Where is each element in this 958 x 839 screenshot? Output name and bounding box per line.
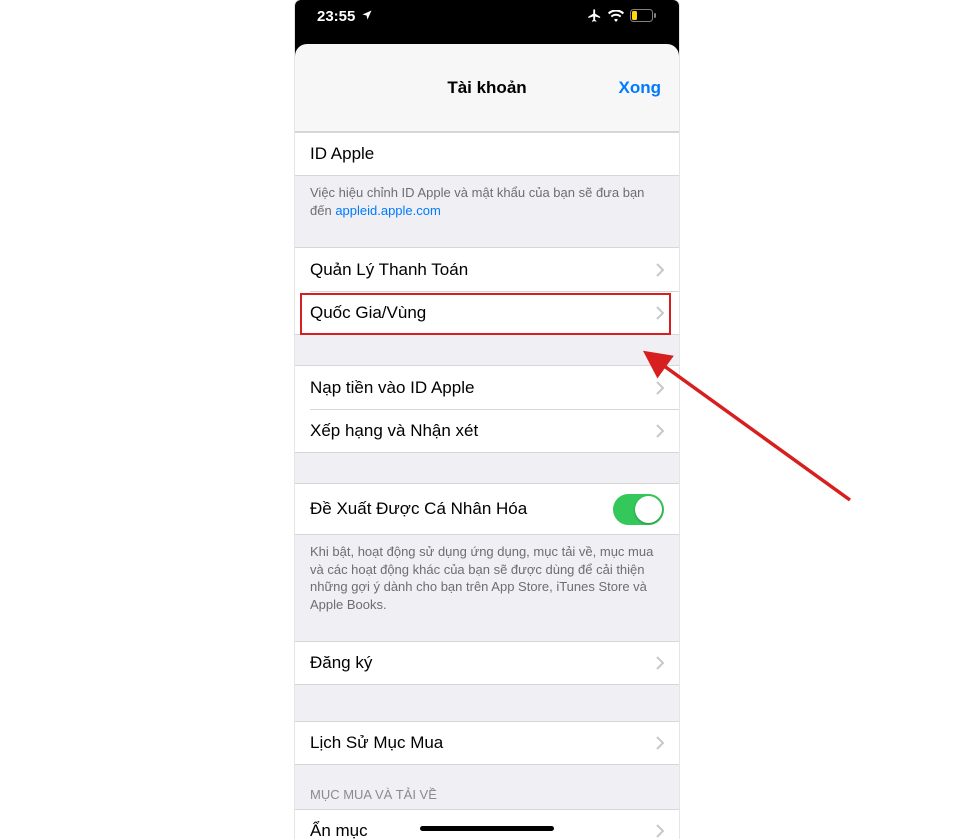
row-ratings[interactable]: Xếp hạng và Nhận xét [295,409,679,453]
status-right [587,8,657,23]
airplane-icon [587,8,602,23]
phone-frame: 23:55 Tài khoản Xong ID Apple Việc [295,0,679,839]
battery-icon [630,9,657,22]
row-subscriptions[interactable]: Đăng ký [295,641,679,685]
personalized-footer: Khi bật, hoạt động sử dụng ứng dụng, mục… [295,535,679,627]
row-personalized: Đề Xuất Được Cá Nhân Hóa [295,483,679,535]
row-add-funds[interactable]: Nạp tiền vào ID Apple [295,365,679,409]
chevron-right-icon [656,263,664,277]
status-left: 23:55 [317,8,373,25]
row-apple-id[interactable]: ID Apple [295,132,679,176]
row-purchase-history[interactable]: Lịch Sử Mục Mua [295,721,679,765]
chevron-right-icon [656,736,664,750]
personalized-toggle[interactable] [613,494,664,525]
row-label: Lịch Sử Mục Mua [310,733,656,753]
location-icon [361,8,373,25]
wifi-icon [608,10,624,22]
apple-id-link[interactable]: appleid.apple.com [335,203,441,218]
nav-bar: Tài khoản Xong [295,44,679,132]
row-label: Quản Lý Thanh Toán [310,260,656,280]
row-label: Đề Xuất Được Cá Nhân Hóa [310,499,613,519]
toggle-knob [635,496,662,523]
row-label: Xếp hạng và Nhận xét [310,421,656,441]
chevron-right-icon [656,424,664,438]
chevron-right-icon [656,306,664,320]
done-button[interactable]: Xong [619,78,662,98]
row-label: Đăng ký [310,653,656,673]
row-region[interactable]: Quốc Gia/Vùng [295,291,679,335]
chevron-right-icon [656,824,664,838]
status-time: 23:55 [317,8,355,25]
spacer [295,685,679,721]
chevron-right-icon [656,381,664,395]
row-label: ID Apple [310,144,664,164]
apple-id-footer: Việc hiệu chỉnh ID Apple và mật khẩu của… [295,176,679,233]
spacer [295,335,679,365]
spacer [295,453,679,483]
settings-list: ID Apple Việc hiệu chỉnh ID Apple và mật… [295,132,679,839]
section-header-purchases: MỤC MUA VÀ TẢI VỀ [295,765,679,809]
row-hidden[interactable]: Ẩn mục [295,809,679,839]
home-indicator[interactable] [420,826,554,831]
row-label: Quốc Gia/Vùng [310,303,656,323]
row-label: Nạp tiền vào ID Apple [310,378,656,398]
row-payment[interactable]: Quản Lý Thanh Toán [295,247,679,291]
nav-title: Tài khoản [447,78,526,98]
chevron-right-icon [656,656,664,670]
